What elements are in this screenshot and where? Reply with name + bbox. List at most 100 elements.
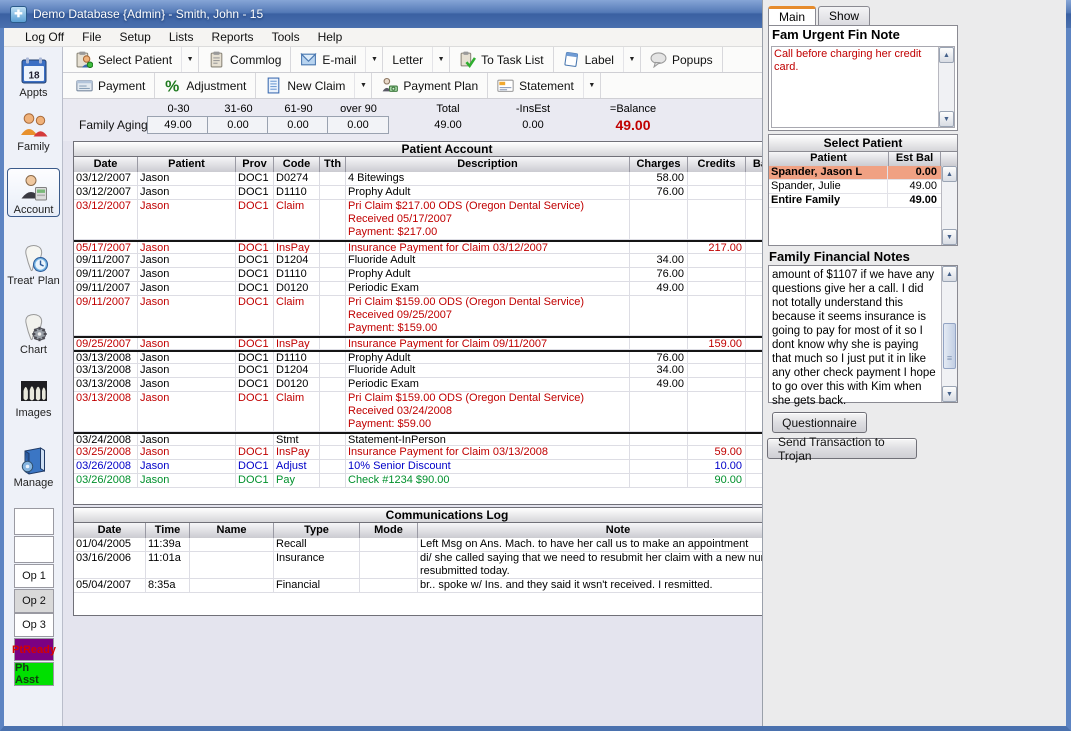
account-row[interactable]: 09/25/2007JasonDOC1InsPayInsurance Payme… [74,336,803,350]
communications-log-body: 01/04/200511:39aRecallLeft Msg on Ans. M… [73,538,821,616]
description-line: Insurance Payment for Claim 03/13/2008 [348,446,627,459]
urgent-note-scrollbar[interactable]: ▲ ▼ [938,47,954,127]
account-row[interactable]: 03/13/2008JasonDOC1D1204Fluoride Adult34… [74,364,803,378]
dropdown-arrow-icon[interactable]: ▼ [583,73,600,98]
toolbar-to-task-list-button[interactable]: To Task List [450,47,552,72]
sidebar-item-manage[interactable]: Manage [6,445,61,489]
col-header-tth[interactable]: Tth [320,157,346,172]
col-header-patient[interactable]: Patient [138,157,236,172]
send-transaction-to-trojan-button[interactable]: Send Transaction to Trojan [767,438,917,459]
status-ph-asst-button[interactable]: Ph Asst [14,662,54,686]
commlog-row[interactable]: 03/16/200611:01aInsurancedi/ she called … [74,552,820,579]
account-row[interactable]: 05/17/2007JasonDOC1InsPayInsurance Payme… [74,240,803,254]
toolbar-popups-button[interactable]: Popups [641,47,722,72]
account-row[interactable]: 09/11/2007JasonDOC1ClaimPri Claim $159.0… [74,296,803,336]
sidebar-item-appts[interactable]: 18Appts [6,55,61,99]
cell-credits [688,200,746,239]
cell-code: D0120 [274,378,320,391]
toolbar-new-claim-button[interactable]: New Claim [256,73,354,98]
account-row[interactable]: 03/13/2008JasonDOC1D0120Periodic Exam49.… [74,378,803,392]
scroll-down-icon[interactable]: ▼ [939,111,954,127]
dropdown-arrow-icon[interactable]: ▼ [623,47,640,72]
toolbar-label-button[interactable]: Label [554,47,623,72]
col-header-date[interactable]: Date [74,157,138,172]
menu-setup[interactable]: Setup [110,29,159,45]
toolbar-select-patient-button[interactable]: Select Patient [67,47,181,72]
family-notes-scroll-thumb[interactable] [943,323,956,369]
menu-help[interactable]: Help [309,29,352,45]
op-button-op-3[interactable]: Op 3 [14,613,54,637]
account-row[interactable]: 03/12/2007JasonDOC1D02744 Bitewings58.00… [74,172,803,186]
scroll-up-icon[interactable]: ▲ [939,47,954,63]
menu-tools[interactable]: Tools [263,29,309,45]
dropdown-arrow-icon[interactable]: ▼ [432,47,449,72]
op-blank-box[interactable] [14,508,54,535]
col-header-name[interactable]: Name [190,523,274,538]
toolbar-adjustment-button[interactable]: %Adjustment [155,73,255,98]
account-row[interactable]: 03/26/2008JasonDOC1Adjust10% Senior Disc… [74,460,803,474]
account-row[interactable]: 03/13/2008JasonDOC1D1110Prophy Adult76.0… [74,350,803,364]
dropdown-arrow-icon[interactable]: ▼ [365,47,382,72]
col-header-type[interactable]: Type [274,523,360,538]
dropdown-arrow-icon[interactable]: ▼ [181,47,198,72]
menu-log-off[interactable]: Log Off [16,29,73,45]
status-ptready-button[interactable]: PtReady [14,638,54,661]
toolbar-commlog-button[interactable]: Commlog [199,47,290,72]
scroll-down-icon[interactable]: ▼ [942,386,957,402]
cell-mode [360,579,418,592]
select-patient-row[interactable]: Entire Family49.00 [769,194,941,208]
sidebar-item-chart[interactable]: Chart [6,312,61,356]
commlog-row[interactable]: 01/04/200511:39aRecallLeft Msg on Ans. M… [74,538,820,552]
dropdown-arrow-icon[interactable]: ▼ [354,73,371,98]
col-header-code[interactable]: Code [274,157,320,172]
col-header-mode[interactable]: Mode [360,523,418,538]
menu-lists[interactable]: Lists [160,29,203,45]
col-header-charges[interactable]: Charges [630,157,688,172]
menu-reports[interactable]: Reports [203,29,263,45]
aging-insest-value: 0.00 [495,116,571,134]
toolbar-payment-plan-button[interactable]: Payment Plan [372,73,487,98]
scroll-up-icon[interactable]: ▲ [942,166,957,182]
sidebar-item-images[interactable]: Images [6,375,61,419]
cell-patient: Jason [138,460,236,473]
select-patient-scrollbar[interactable]: ▲ ▼ [941,166,957,245]
toolbar-e-mail-button[interactable]: E-mail [291,47,365,72]
account-row[interactable]: 03/13/2008JasonDOC1ClaimPri Claim $159.0… [74,392,803,432]
account-row[interactable]: 09/11/2007JasonDOC1D1204Fluoride Adult34… [74,254,803,268]
col-header-date[interactable]: Date [74,523,146,538]
account-row[interactable]: 09/11/2007JasonDOC1D1110Prophy Adult76.0… [74,268,803,282]
col-header-time[interactable]: Time [146,523,190,538]
account-row[interactable]: 03/25/2008JasonDOC1InsPayInsurance Payme… [74,446,803,460]
toolbar-letter-button[interactable]: Letter [383,47,432,72]
account-row[interactable]: 03/12/2007JasonDOC1D1110Prophy Adult76.0… [74,186,803,200]
tab-main[interactable]: Main [768,6,816,27]
account-row[interactable]: 09/11/2007JasonDOC1D0120Periodic Exam49.… [74,282,803,296]
tab-show[interactable]: Show [818,6,870,26]
op-button-op-2[interactable]: Op 2 [14,589,54,613]
select-patient-row[interactable]: Spander, Julie49.00 [769,180,941,194]
col-header-note[interactable]: Note [418,523,818,538]
sidebar-item-treat-plan[interactable]: Treat' Plan [6,243,61,287]
menu-file[interactable]: File [73,29,110,45]
family-financial-notes-box[interactable]: amount of $1107 if we have any questions… [768,265,958,403]
family-notes-scrollbar[interactable]: ▲ ▼ [941,266,957,402]
toolbar-payment-button[interactable]: Payment [67,73,154,98]
scroll-up-icon[interactable]: ▲ [942,266,957,282]
sidebar-item-account[interactable]: Account [7,168,60,217]
urgent-fin-note-area[interactable]: Call before charging her credit card. ▲ … [771,46,955,128]
col-header-credits[interactable]: Credits [688,157,746,172]
select-patient-row[interactable]: Spander, Jason L0.00 [769,166,941,180]
col-header-prov[interactable]: Prov [236,157,274,172]
account-row[interactable]: 03/12/2007JasonDOC1ClaimPri Claim $217.0… [74,200,803,240]
sidebar-item-family[interactable]: Family [6,109,61,153]
op-button-op-1[interactable]: Op 1 [14,564,54,588]
account-row[interactable]: 03/24/2008JasonStmtStatement-InPerson [74,432,803,446]
questionnaire-button[interactable]: Questionnaire [772,412,867,433]
select-patient-rows: Spander, Jason L0.00Spander, Julie49.00E… [769,166,941,245]
toolbar-statement-button[interactable]: Statement [488,73,583,98]
account-row[interactable]: 03/26/2008JasonDOC1PayCheck #1234 $90.00… [74,474,803,488]
commlog-row[interactable]: 05/04/20078:35aFinancialbr.. spoke w/ In… [74,579,820,593]
op-blank-box[interactable] [14,536,54,563]
col-header-description[interactable]: Description [346,157,630,172]
scroll-down-icon[interactable]: ▼ [942,229,957,245]
